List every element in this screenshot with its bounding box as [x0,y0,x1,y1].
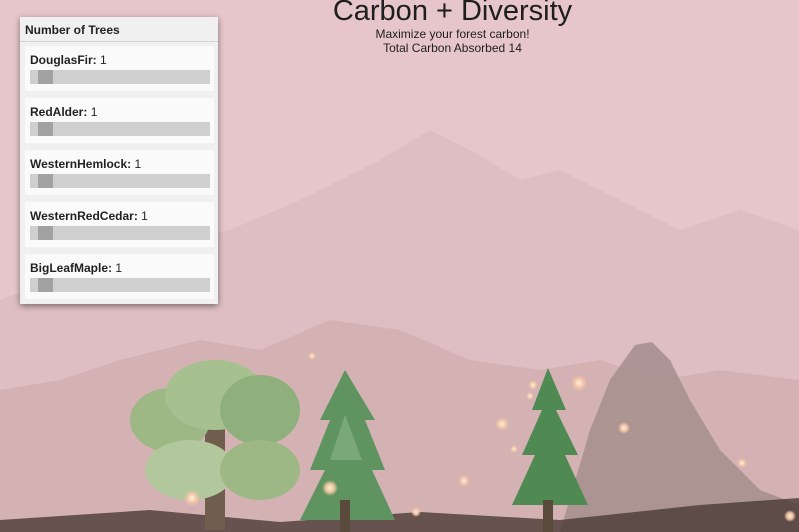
tree-row-douglas-fir: DouglasFir: 1 [25,46,214,91]
slider-thumb[interactable] [38,174,54,188]
tree-label: DouglasFir: 1 [30,53,107,67]
tree-row-red-alder: RedAlder: 1 [25,98,214,143]
tree-count-panel: Number of Trees DouglasFir: 1 RedAlder: … [20,17,218,304]
tree-name: WesternRedCedar [30,209,134,223]
slider-thumb[interactable] [38,122,54,136]
tree-label: WesternRedCedar: 1 [30,209,148,223]
tree-row-bigleaf-maple: BigLeafMaple: 1 [25,254,214,299]
red-alder-slider[interactable] [30,122,210,136]
tree-count: 1 [90,105,98,119]
tree-name: BigLeafMaple [30,261,109,275]
tree-count: 1 [115,261,123,275]
tree-label: BigLeafMaple: 1 [30,261,123,275]
panel-title: Number of Trees [20,17,218,42]
douglas-fir-slider[interactable] [30,70,210,84]
total-carbon-label: Total Carbon Absorbed [383,41,506,55]
tree-label: RedAlder: 1 [30,105,98,119]
slider-thumb[interactable] [38,70,54,84]
western-hemlock-slider[interactable] [30,174,210,188]
tree-name: WesternHemlock [30,157,128,171]
tree-name: RedAlder [30,105,84,119]
slider-thumb[interactable] [38,226,54,240]
bigleaf-maple-slider[interactable] [30,278,210,292]
tree-row-western-red-cedar: WesternRedCedar: 1 [25,202,214,247]
tree-count: 1 [141,209,148,223]
tree-label: WesternHemlock: 1 [30,157,142,171]
western-red-cedar-slider[interactable] [30,226,210,240]
tree-count: 1 [100,53,107,67]
slider-thumb[interactable] [38,278,54,292]
tree-count: 1 [134,157,142,171]
tree-name: DouglasFir [30,53,93,67]
tree-row-western-hemlock: WesternHemlock: 1 [25,150,214,195]
total-carbon-value: 14 [508,41,522,55]
